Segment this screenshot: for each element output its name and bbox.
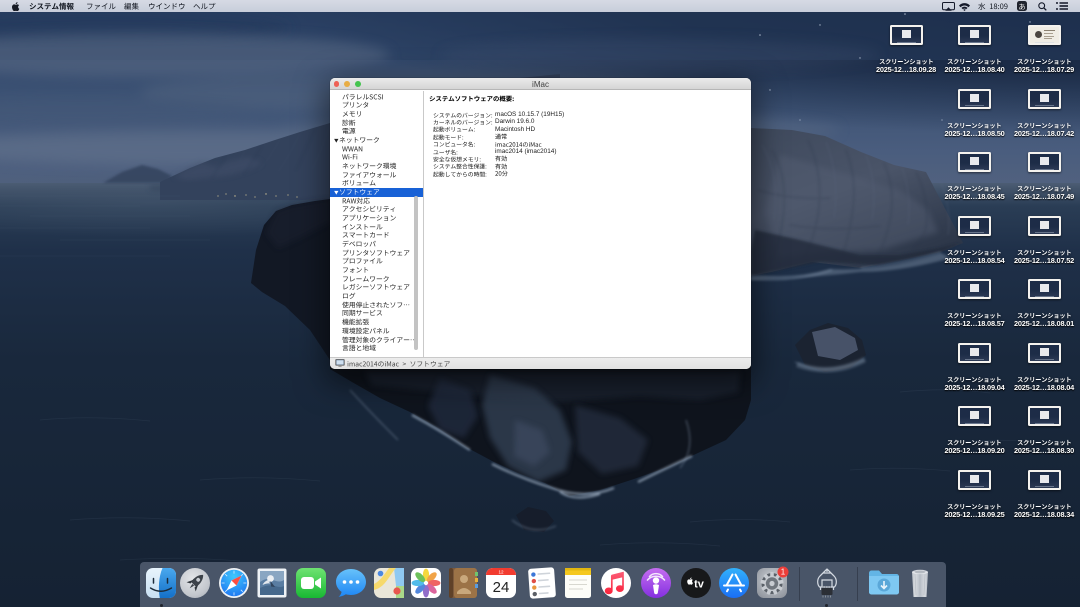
svg-text:24: 24 (492, 579, 509, 596)
svg-text:1: 1 (780, 568, 785, 577)
svg-text:12: 12 (498, 570, 504, 575)
svg-text:tv: tv (694, 579, 705, 591)
